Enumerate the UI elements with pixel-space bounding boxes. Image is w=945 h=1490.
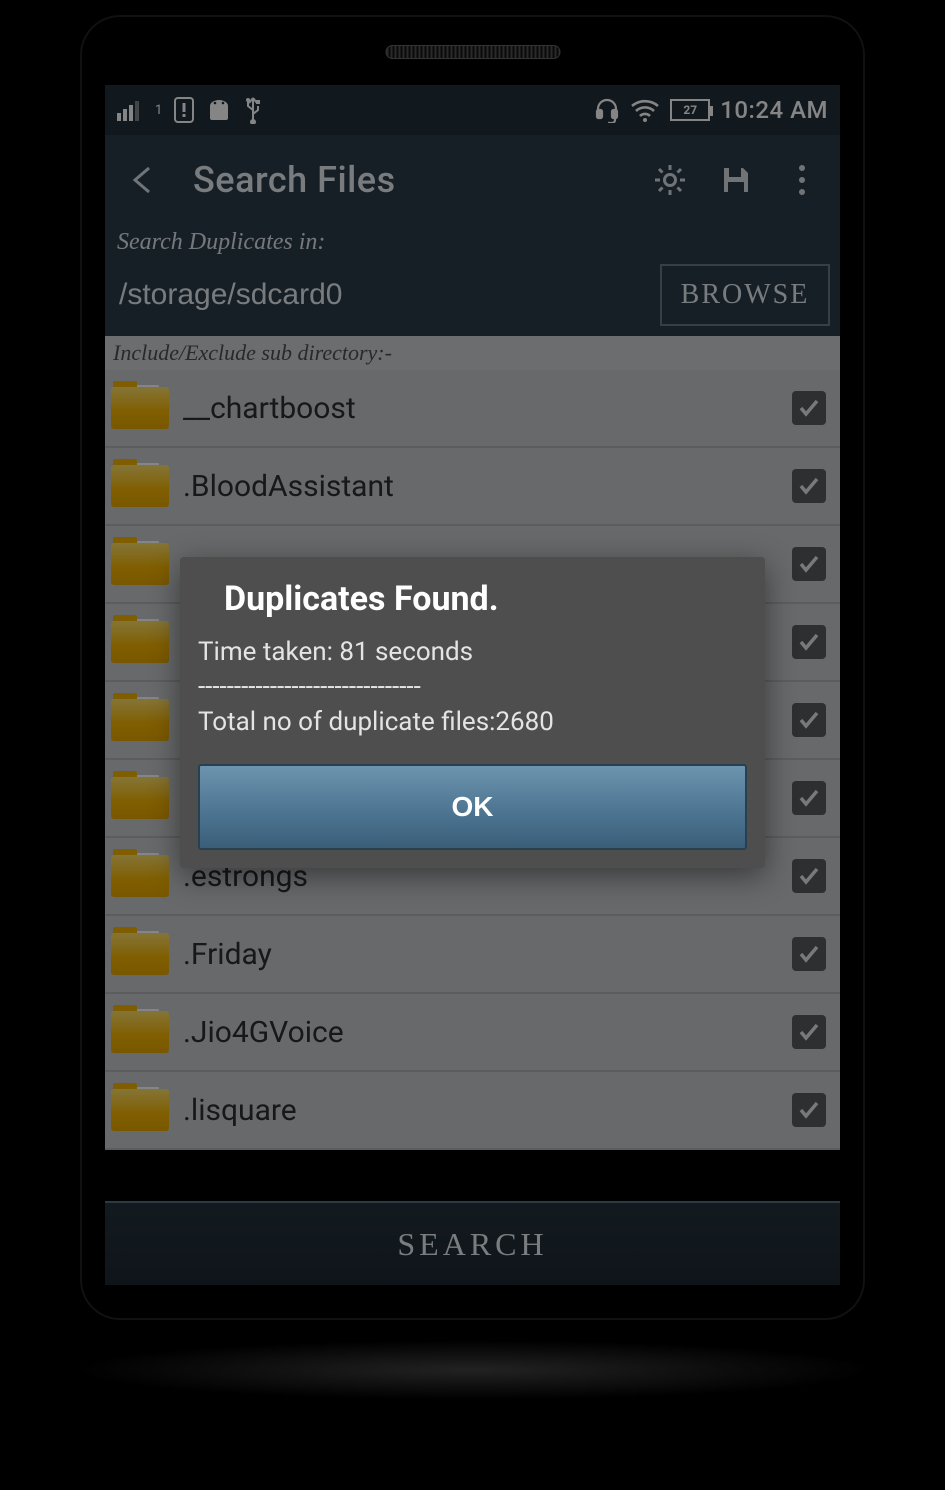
- status-bar: 1 27 10:24 AM: [105, 85, 840, 135]
- folder-row[interactable]: .Friday: [105, 916, 840, 994]
- save-icon[interactable]: [716, 160, 756, 200]
- folder-checkbox[interactable]: [792, 391, 826, 425]
- folder-checkbox[interactable]: [792, 469, 826, 503]
- dialog-total-line: Total no of duplicate files:2680: [198, 705, 747, 740]
- folder-icon: [111, 933, 169, 975]
- folder-icon: [111, 855, 169, 897]
- back-icon[interactable]: [123, 160, 163, 200]
- folder-row[interactable]: .Jio4GVoice: [105, 994, 840, 1072]
- overflow-menu-icon[interactable]: [782, 160, 822, 200]
- ground-shadow: [70, 1340, 875, 1400]
- folder-icon: [111, 1011, 169, 1053]
- folder-name: .Friday: [183, 937, 778, 972]
- dialog-time-line: Time taken: 81 seconds: [198, 635, 747, 670]
- folder-checkbox[interactable]: [792, 937, 826, 971]
- folder-icon: [111, 621, 169, 663]
- status-clock: 10:24 AM: [720, 96, 828, 124]
- page-title: Search Files: [193, 159, 624, 201]
- folder-checkbox[interactable]: [792, 859, 826, 893]
- phone-speaker: [385, 45, 560, 59]
- folder-icon: [111, 777, 169, 819]
- sim-1-icon: 1: [155, 103, 162, 118]
- usb-icon: [244, 96, 262, 124]
- battery-level: 27: [683, 103, 697, 117]
- device-frame: 1 27 10:24 AM: [80, 15, 865, 1320]
- search-duplicates-label: Search Duplicates in:: [115, 225, 830, 264]
- folder-name: __chartboost: [183, 391, 778, 426]
- signal-icon: [117, 99, 143, 121]
- folder-row[interactable]: .lisquare: [105, 1072, 840, 1150]
- settings-icon[interactable]: [650, 160, 690, 200]
- folder-checkbox[interactable]: [792, 781, 826, 815]
- wifi-icon: [630, 98, 660, 122]
- folder-checkbox[interactable]: [792, 625, 826, 659]
- folder-checkbox[interactable]: [792, 547, 826, 581]
- folder-row[interactable]: .BloodAssistant: [105, 448, 840, 526]
- folder-icon: [111, 543, 169, 585]
- include-exclude-label: Include/Exclude sub directory:-: [105, 336, 840, 370]
- app-bar: Search Files: [105, 135, 840, 225]
- folder-row[interactable]: __chartboost: [105, 370, 840, 448]
- dialog-separator: -------------------------------: [198, 670, 747, 705]
- folder-checkbox[interactable]: [792, 1015, 826, 1049]
- headset-icon: [594, 97, 620, 123]
- folder-icon: [111, 387, 169, 429]
- battery-icon: 27: [670, 99, 710, 121]
- dialog-ok-button[interactable]: OK: [198, 764, 747, 850]
- folder-icon: [111, 1089, 169, 1131]
- folder-checkbox[interactable]: [792, 1093, 826, 1127]
- folder-name: .BloodAssistant: [183, 469, 778, 504]
- search-button[interactable]: SEARCH: [105, 1201, 840, 1285]
- path-input[interactable]: [115, 264, 650, 326]
- folder-name: .Jio4GVoice: [183, 1015, 778, 1050]
- browse-button[interactable]: BROWSE: [660, 264, 830, 326]
- sim-warning-icon: [174, 97, 194, 123]
- folder-checkbox[interactable]: [792, 703, 826, 737]
- folder-icon: [111, 699, 169, 741]
- folder-name: .lisquare: [183, 1093, 778, 1128]
- duplicates-dialog: Duplicates Found. Time taken: 81 seconds…: [180, 557, 765, 868]
- folder-icon: [111, 465, 169, 507]
- screen: 1 27 10:24 AM: [105, 85, 840, 1285]
- dialog-title: Duplicates Found.: [224, 579, 747, 619]
- search-area: Search Duplicates in: BROWSE: [105, 225, 840, 336]
- android-icon: [206, 98, 232, 122]
- dialog-body: Time taken: 81 seconds -----------------…: [198, 635, 747, 740]
